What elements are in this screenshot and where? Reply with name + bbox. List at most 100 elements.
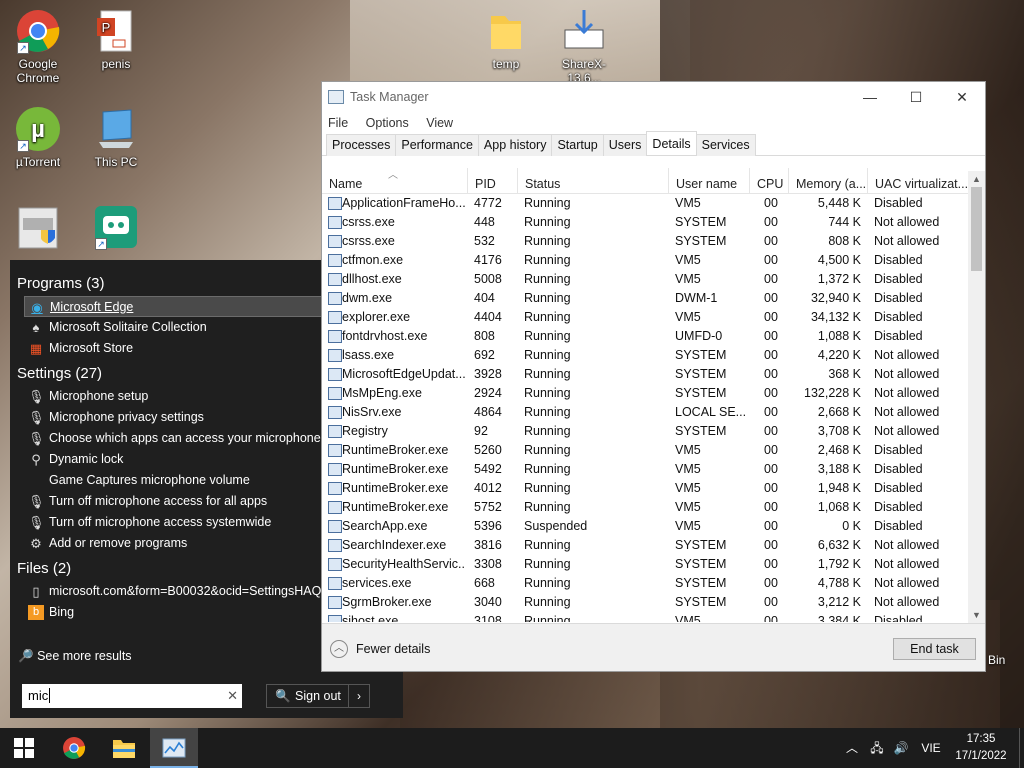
end-task-button[interactable]: End task <box>893 638 976 660</box>
tab-details[interactable]: Details <box>646 131 697 154</box>
desktop-icon-drive[interactable] <box>0 204 76 253</box>
table-row[interactable]: lsass.exe 692 Running SYSTEM 00 4,220 K Not al… <box>322 346 985 365</box>
table-cell: Disabled <box>874 291 923 305</box>
scroll-down-arrow-icon[interactable]: ▼ <box>968 607 985 623</box>
fewer-details-label: Fewer details <box>356 642 431 656</box>
table-cell: Running <box>524 557 571 571</box>
table-row[interactable]: services.exe 668 Running SYSTEM 00 4,788 K Not… <box>322 574 985 593</box>
scroll-up-arrow-icon[interactable]: ▲ <box>968 171 985 187</box>
result-label: Microsoft Solitaire Collection <box>49 320 207 334</box>
menu-options[interactable]: Options <box>366 116 409 130</box>
fewer-details-button[interactable]: ︿ Fewer details <box>330 640 430 658</box>
network-icon[interactable]: 🖧 <box>866 728 888 768</box>
table-cell: lsass.exe <box>342 348 395 362</box>
table-row[interactable]: SgrmBroker.exe 3040 Running SYSTEM 00 3,212 K… <box>322 593 985 612</box>
tab-processes[interactable]: Processes <box>326 134 397 156</box>
menu-view[interactable]: View <box>426 116 453 130</box>
store-icon: ▦ <box>29 341 43 356</box>
show-hidden-icons[interactable]: ︿ <box>842 728 862 768</box>
table-row[interactable]: ApplicationFrameHo... 4772 Running VM5 00 5,4… <box>322 194 985 213</box>
table-row[interactable]: SearchApp.exe 5396 Suspended VM5 00 0 K Disabl… <box>322 517 985 536</box>
column-uac[interactable]: UAC virtualizat... <box>868 168 968 194</box>
title-bar[interactable]: Task Manager — ☐ ✕ <box>322 82 985 112</box>
table-row[interactable]: explorer.exe 4404 Running VM5 00 34,132 K Disa… <box>322 308 985 327</box>
show-desktop-button[interactable] <box>1019 728 1024 768</box>
table-row[interactable]: dwm.exe 404 Running DWM-1 00 32,940 K Disabled <box>322 289 985 308</box>
column-name[interactable]: ︿ Name <box>322 168 468 194</box>
volume-icon[interactable]: 🔊 <box>890 728 912 768</box>
microphone-icon: 🎙 <box>28 515 45 530</box>
table-cell: 3,708 K <box>817 424 861 438</box>
taskbar-task-manager[interactable] <box>150 728 198 768</box>
recycle-bin-label[interactable]: Bin <box>988 653 1005 667</box>
table-row[interactable]: RuntimeBroker.exe 5752 Running VM5 00 1,068 K… <box>322 498 985 517</box>
desktop-icon-penis[interactable]: P penis <box>78 8 154 71</box>
process-icon <box>328 387 342 400</box>
tab-performance[interactable]: Performance <box>395 134 479 156</box>
menu-file[interactable]: File <box>328 116 348 130</box>
table-row[interactable]: SearchIndexer.exe 3816 Running SYSTEM 00 6,63… <box>322 536 985 555</box>
table-cell: SYSTEM <box>675 348 727 362</box>
language-indicator[interactable]: VIE <box>916 728 946 768</box>
column-user-name[interactable]: User name <box>669 168 750 194</box>
desktop-icon-chrome[interactable]: ↗ Google Chrome <box>0 8 76 85</box>
table-row[interactable]: csrss.exe 532 Running SYSTEM 00 808 K Not allo… <box>322 232 985 251</box>
table-row[interactable]: csrss.exe 448 Running SYSTEM 00 744 K Not allo… <box>322 213 985 232</box>
table-row[interactable]: RuntimeBroker.exe 5492 Running VM5 00 3,188 K… <box>322 460 985 479</box>
desktop-icon-utorrent[interactable]: µ ↗ µTorrent <box>0 106 76 169</box>
table-row[interactable]: RuntimeBroker.exe 4012 Running VM5 00 1,948 K… <box>322 479 985 498</box>
desktop-icon-temp[interactable]: temp <box>468 8 544 71</box>
column-pid[interactable]: PID <box>468 168 518 194</box>
table-cell: 92 <box>474 424 488 438</box>
process-icon <box>328 501 342 514</box>
table-row[interactable]: ctfmon.exe 4176 Running VM5 00 4,500 K Disable… <box>322 251 985 270</box>
clear-search-icon[interactable]: ✕ <box>227 684 238 708</box>
table-row[interactable]: NisSrv.exe 4864 Running LOCAL SE... 00 2,668 … <box>322 403 985 422</box>
clock[interactable]: 17:35 17/1/2022 <box>946 731 1016 765</box>
taskbar-file-explorer[interactable] <box>100 728 148 768</box>
table-row[interactable]: SecurityHealthServic... 3308 Running SYSTEM… <box>322 555 985 574</box>
table-cell: SYSTEM <box>675 367 727 381</box>
search-input[interactable]: mic ✕ <box>22 684 242 708</box>
process-icon <box>328 311 342 324</box>
maximize-button[interactable]: ☐ <box>893 82 939 112</box>
minimize-button[interactable]: — <box>847 82 893 112</box>
vertical-scrollbar[interactable]: ▲ ▼ <box>968 171 985 623</box>
blank-icon <box>28 473 44 488</box>
column-memory[interactable]: Memory (a... <box>789 168 868 194</box>
table-cell: 1,068 K <box>817 500 861 514</box>
table-row[interactable]: RuntimeBroker.exe 5260 Running VM5 00 2,468 K… <box>322 441 985 460</box>
result-label: Choose which apps can access your microp… <box>49 431 321 445</box>
see-more-results[interactable]: 🔎 See more results <box>18 649 132 664</box>
taskbar-chrome[interactable] <box>50 728 98 768</box>
table-cell: 2924 <box>474 386 502 400</box>
table-row[interactable]: MsMpEng.exe 2924 Running SYSTEM 00 132,228 K N… <box>322 384 985 403</box>
table-row[interactable]: MicrosoftEdgeUpdat... 3928 Running SYSTEM 00… <box>322 365 985 384</box>
table-row[interactable]: Registry 92 Running SYSTEM 00 3,708 K Not allo… <box>322 422 985 441</box>
result-label: Microphone privacy settings <box>49 410 204 424</box>
process-icon <box>328 463 342 476</box>
table-cell: SYSTEM <box>675 595 727 609</box>
desktop-icon-app[interactable]: ↗ <box>78 204 154 253</box>
tab-services[interactable]: Services <box>695 134 756 156</box>
column-status[interactable]: Status <box>518 168 669 194</box>
process-icon <box>328 349 342 362</box>
tab-app-history[interactable]: App history <box>477 134 553 156</box>
table-cell: 32,940 K <box>810 291 861 305</box>
result-label: Microsoft Store <box>49 341 134 355</box>
result-label: Add or remove programs <box>49 536 188 550</box>
table-row[interactable]: dllhost.exe 5008 Running VM5 00 1,372 K Disabl… <box>322 270 985 289</box>
table-row[interactable]: sihost.exe 3108 Running VM5 00 3,384 K Disable… <box>322 612 985 622</box>
start-button[interactable] <box>0 728 48 768</box>
scroll-thumb[interactable] <box>971 187 982 271</box>
desktop-icon-this-pc[interactable]: This PC <box>78 106 154 169</box>
column-cpu[interactable]: CPU <box>750 168 789 194</box>
process-icon <box>328 406 342 419</box>
tab-startup[interactable]: Startup <box>551 134 604 156</box>
close-button[interactable]: ✕ <box>939 82 985 112</box>
tab-users[interactable]: Users <box>602 134 648 156</box>
sign-out-arrow-button[interactable]: › <box>348 684 370 708</box>
desktop-icon-sharex[interactable]: ShareX-13.6... <box>546 8 622 85</box>
table-cell: Disabled <box>874 519 923 533</box>
table-row[interactable]: fontdrvhost.exe 808 Running UMFD-0 00 1,088 K… <box>322 327 985 346</box>
